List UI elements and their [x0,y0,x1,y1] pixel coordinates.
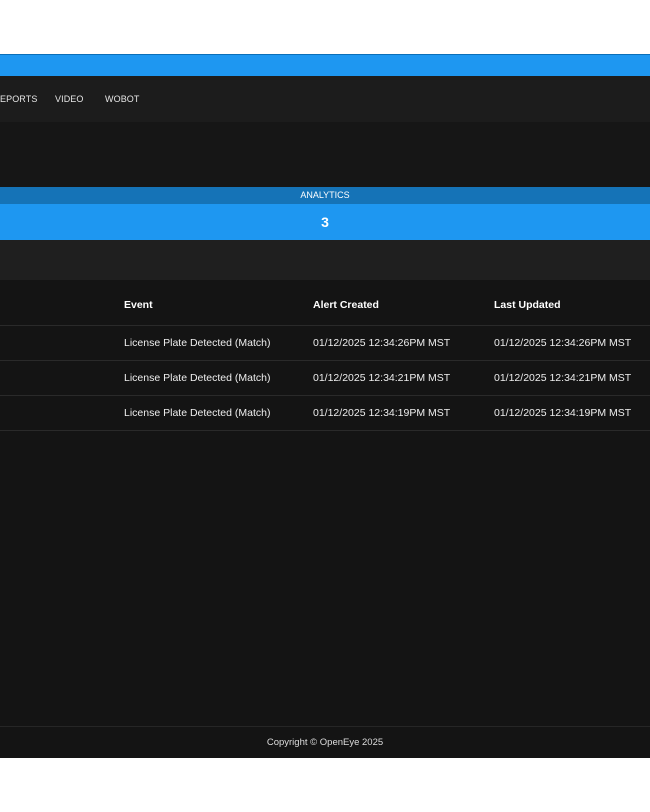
last-updated-cell: 01/12/2025 12:34:26PM MST [494,337,632,349]
nav-item-wobot[interactable]: WOBOT [105,76,140,122]
last-updated-cell: 01/12/2025 12:34:19PM MST [494,407,632,419]
alert-created-cell: 01/12/2025 12:34:26PM MST [313,337,451,349]
alert-created-cell: 01/12/2025 12:34:19PM MST [313,407,451,419]
subheader-area [0,122,650,187]
analytics-title: ANALYTICS [0,187,650,204]
event-cell: License Plate Detected (Match) [124,407,271,419]
column-header-event[interactable]: Event [124,280,153,328]
main-nav: EPORTS VIDEO WOBOT [0,76,650,122]
top-accent-bar [0,54,650,76]
last-updated-cell: 01/12/2025 12:34:21PM MST [494,372,632,384]
table-row[interactable]: License Plate Detected (Match) 01/12/202… [0,361,650,396]
alert-created-cell: 01/12/2025 12:34:21PM MST [313,372,451,384]
filter-bar [0,240,650,280]
table-header-row: Event Alert Created Last Updated [0,280,650,326]
nav-item-reports[interactable]: EPORTS [0,76,37,122]
table-row[interactable]: License Plate Detected (Match) 01/12/202… [0,326,650,361]
event-cell: License Plate Detected (Match) [124,337,271,349]
column-header-last-updated[interactable]: Last Updated [494,280,561,328]
event-cell: License Plate Detected (Match) [124,372,271,384]
footer-copyright: Copyright © OpenEye 2025 [0,726,650,758]
table-row[interactable]: License Plate Detected (Match) 01/12/202… [0,396,650,431]
nav-item-video[interactable]: VIDEO [55,76,84,122]
alerts-table: Event Alert Created Last Updated License… [0,280,650,726]
app-window: EPORTS VIDEO WOBOT ANALYTICS 3 Event Ale… [0,54,650,758]
column-header-alert-created[interactable]: Alert Created [313,280,379,328]
analytics-count[interactable]: 3 [0,204,650,240]
